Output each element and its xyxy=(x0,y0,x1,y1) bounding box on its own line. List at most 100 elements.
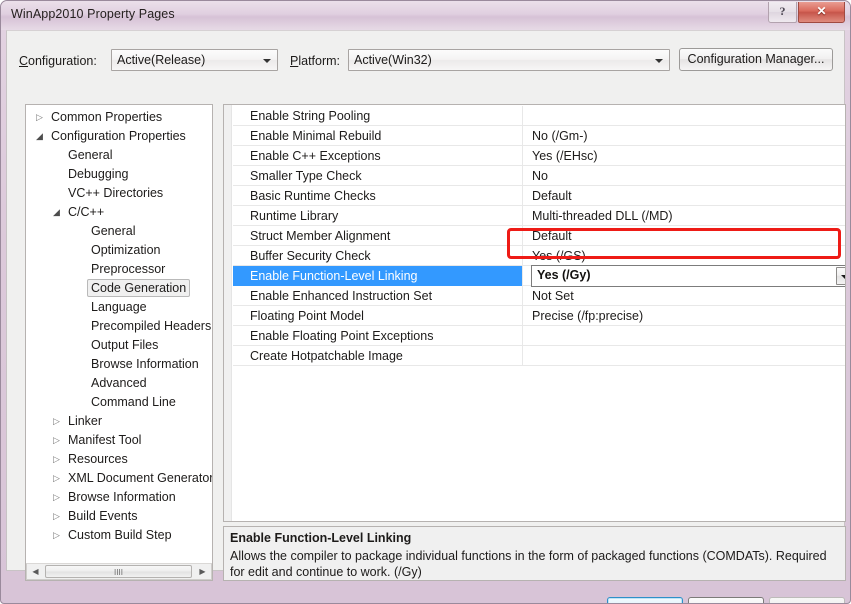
tree-item-general[interactable]: General xyxy=(68,146,112,165)
tree-item-command-line[interactable]: Command Line xyxy=(91,393,176,412)
property-name: Enable Enhanced Instruction Set xyxy=(250,289,433,303)
tree-expander-collapsed-icon[interactable]: ▷ xyxy=(53,488,60,507)
tree-expander-collapsed-icon[interactable]: ▷ xyxy=(53,450,60,469)
tree-item-linker[interactable]: Linker xyxy=(68,412,102,431)
property-value: No (/Gm-) xyxy=(532,129,588,143)
property-value-text: Yes (/Gy) xyxy=(537,268,591,282)
property-value: Precise (/fp:precise) xyxy=(532,309,644,323)
tree-item-vc-directories[interactable]: VC++ Directories xyxy=(68,184,163,203)
tree-item-label: Advanced xyxy=(91,376,147,390)
apply-button[interactable]: Apply xyxy=(769,597,845,603)
property-row[interactable]: Enable C++ Exceptions Yes (/EHsc) xyxy=(233,146,845,166)
tree-item-label: Build Events xyxy=(68,509,138,523)
help-button[interactable]: ? xyxy=(768,2,797,23)
tree-item-manifest-tool[interactable]: Manifest Tool xyxy=(68,431,141,450)
cancel-button[interactable]: Cancel xyxy=(688,597,764,603)
tree-expander-expanded-icon[interactable]: ◢ xyxy=(53,203,60,222)
tree-item-language[interactable]: Language xyxy=(91,298,147,317)
tree-item-browse-information[interactable]: Browse Information xyxy=(91,355,199,374)
platform-value: Active(Win32) xyxy=(354,53,432,67)
property-name: Smaller Type Check xyxy=(250,169,362,183)
ok-button[interactable]: OK xyxy=(607,597,683,603)
tree-item-common-properties[interactable]: Common Properties xyxy=(51,108,162,127)
property-row[interactable]: Enable String Pooling xyxy=(233,106,845,126)
tree-item-label: Configuration Properties xyxy=(51,129,186,143)
property-name: Enable Minimal Rebuild xyxy=(250,129,382,143)
configuration-value: Active(Release) xyxy=(117,53,206,67)
property-row[interactable]: Smaller Type Check No xyxy=(233,166,845,186)
column-divider xyxy=(522,246,523,266)
property-name: Floating Point Model xyxy=(250,309,364,323)
property-row[interactable]: Enable Floating Point Exceptions xyxy=(233,326,845,346)
tree-item-output-files[interactable]: Output Files xyxy=(91,336,158,355)
tree-item-c-c[interactable]: C/C++ xyxy=(68,203,104,222)
property-row[interactable]: Enable Minimal Rebuild No (/Gm-) xyxy=(233,126,845,146)
property-name: Enable Function-Level Linking xyxy=(250,269,418,283)
column-divider xyxy=(522,346,523,366)
platform-combo[interactable]: Active(Win32) xyxy=(348,49,670,71)
tree-item-label: Command Line xyxy=(91,395,176,409)
column-divider xyxy=(522,226,523,246)
tree-expander-collapsed-icon[interactable]: ▷ xyxy=(53,469,60,488)
property-row[interactable]: Basic Runtime Checks Default xyxy=(233,186,845,206)
configuration-label-rest: onfiguration: xyxy=(28,54,97,68)
property-row[interactable]: Struct Member Alignment Default xyxy=(233,226,845,246)
scroll-left-icon[interactable]: ◀ xyxy=(27,564,44,579)
description-body: Allows the compiler to package individua… xyxy=(230,549,827,579)
column-divider xyxy=(522,206,523,226)
property-row[interactable]: Floating Point Model Precise (/fp:precise… xyxy=(233,306,845,326)
tree-item-custom-build-step[interactable]: Custom Build Step xyxy=(68,526,172,545)
tree-item-label: Language xyxy=(91,300,147,314)
tree-item-label: Linker xyxy=(68,414,103,428)
title-bar[interactable]: WinApp2010 Property Pages ? ✕ xyxy=(1,1,850,30)
scroll-right-icon[interactable]: ▶ xyxy=(194,564,211,579)
tree-item-advanced[interactable]: Advanced xyxy=(91,374,147,393)
tree-item-optimization[interactable]: Optimization xyxy=(91,241,160,260)
dropdown-button[interactable] xyxy=(836,267,845,285)
column-divider xyxy=(522,266,523,286)
tree-item-preprocessor[interactable]: Preprocessor xyxy=(91,260,165,279)
property-row[interactable]: Runtime Library Multi-threaded DLL (/MD) xyxy=(233,206,845,226)
column-divider xyxy=(522,286,523,306)
tree-expander-expanded-icon[interactable]: ◢ xyxy=(36,127,43,146)
tree-item-precompiled-headers[interactable]: Precompiled Headers xyxy=(91,317,211,336)
property-row[interactable]: Enable Enhanced Instruction Set Not Set xyxy=(233,286,845,306)
configuration-combo[interactable]: Active(Release) xyxy=(111,49,278,71)
tree-expander-collapsed-icon[interactable]: ▷ xyxy=(53,431,60,450)
property-row[interactable]: Enable Function-Level Linking Yes (/Gy) xyxy=(233,265,845,287)
tree-item-label: General xyxy=(68,148,113,162)
description-title: Enable Function-Level Linking xyxy=(230,531,412,545)
configuration-manager-button[interactable]: Configuration Manager... xyxy=(679,48,833,71)
tree-item-label: Optimization xyxy=(91,243,161,257)
tree-item-general[interactable]: General xyxy=(91,222,135,241)
tree-expander-collapsed-icon[interactable]: ▷ xyxy=(53,412,60,431)
tree-item-debugging[interactable]: Debugging xyxy=(68,165,128,184)
tree-item-label: Common Properties xyxy=(51,110,163,124)
question-mark-icon: ? xyxy=(779,4,786,18)
tree-expander-collapsed-icon[interactable]: ▷ xyxy=(53,507,60,526)
tree-horizontal-scrollbar[interactable]: ◀ ▶ IIII xyxy=(26,563,212,580)
tree-item-build-events[interactable]: Build Events xyxy=(68,507,137,526)
tree-item-browse-information[interactable]: Browse Information xyxy=(68,488,176,507)
property-value-combo[interactable]: Yes (/Gy) xyxy=(531,265,845,287)
tree-item-label: General xyxy=(91,224,136,238)
property-row[interactable]: Buffer Security Check Yes (/GS) xyxy=(233,246,845,266)
tree-item-label: XML Document Generator xyxy=(68,471,213,485)
tree-item-label: Browse Information xyxy=(68,490,176,504)
close-button[interactable]: ✕ xyxy=(798,2,845,23)
property-name: Buffer Security Check xyxy=(250,249,371,263)
tree-expander-collapsed-icon[interactable]: ▷ xyxy=(53,526,60,545)
properties-tree[interactable]: ▷ Common Properties ◢ Configuration Propert… xyxy=(25,104,213,581)
column-divider xyxy=(522,126,523,146)
tree-item-resources[interactable]: Resources xyxy=(68,450,128,469)
scrollbar-thumb[interactable]: IIII xyxy=(45,565,192,578)
property-row[interactable]: Create Hotpatchable Image xyxy=(233,346,845,366)
tree-item-configuration-properties[interactable]: Configuration Properties xyxy=(51,127,186,146)
tree-item-code-generation[interactable]: Code Generation xyxy=(87,279,191,297)
tree-item-xml-document-generator[interactable]: XML Document Generator xyxy=(68,469,213,488)
property-grid[interactable]: Enable String Pooling Enable Minimal Rebu… xyxy=(223,104,846,522)
tree-item-label: Manifest Tool xyxy=(68,433,142,447)
tree-expander-collapsed-icon[interactable]: ▷ xyxy=(36,108,43,127)
property-name: Enable String Pooling xyxy=(250,109,371,123)
property-name: Enable Floating Point Exceptions xyxy=(250,329,434,343)
